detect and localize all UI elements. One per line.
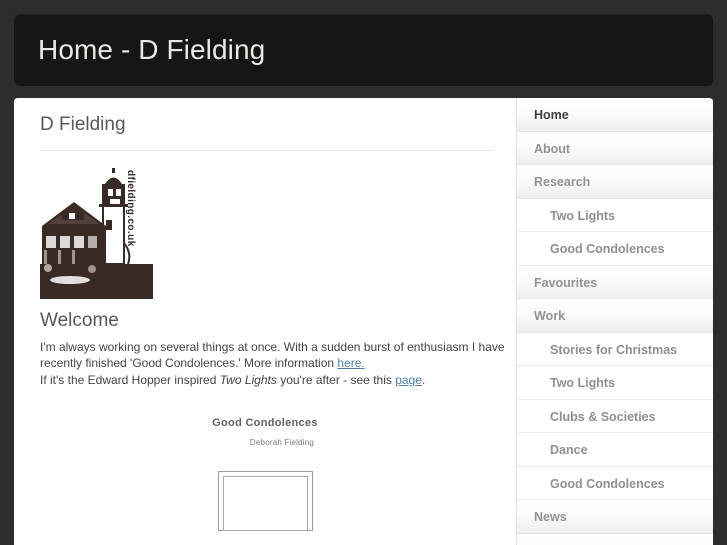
sidebar-item-clubs-societies[interactable]: Clubs & Societies <box>517 399 713 433</box>
site-header: Home - D Fielding <box>14 14 713 86</box>
sidebar-item-label: Home <box>534 108 569 122</box>
sidebar-item-label: About <box>534 141 571 156</box>
sidebar-item-label: Two Lights <box>550 208 616 223</box>
sidebar-item-about[interactable]: About <box>517 131 713 165</box>
sidebar-item-home[interactable]: Home <box>517 98 713 132</box>
sidebar-item-label: Two Lights <box>550 376 616 390</box>
sidebar-item-label: Research <box>534 175 591 189</box>
sidebar-item-label: News <box>534 510 567 524</box>
main-panel: D Fielding dfielding.co.uk Welcome I'm a… <box>14 98 713 545</box>
sidebar-item-label: Work <box>534 309 566 323</box>
here-link[interactable]: here. <box>337 356 364 370</box>
sidebar-item-news[interactable]: News <box>517 500 713 534</box>
sidebar-item-good-condolences[interactable]: Good Condolences <box>517 466 713 500</box>
sidebar-item-label: Dance <box>550 443 588 457</box>
page-title: D Fielding <box>40 114 126 135</box>
sidebar-item-two-lights[interactable]: Two Lights <box>517 198 713 232</box>
logo-website-url: dfielding.co.uk <box>125 169 136 247</box>
book-cover-title: Good Condolences <box>212 417 318 430</box>
sidebar-item-stories-for-christmas[interactable]: Stories for Christmas <box>517 332 713 366</box>
sidebar-item-label: Good Condolences <box>550 476 665 491</box>
lighthouse-illustration-icon <box>40 167 153 299</box>
sidebar-navigation: Home About Research Two Lights Good Condolen… <box>516 98 713 545</box>
sidebar-item-label: Stories for Christmas <box>550 342 678 357</box>
paragraph-two-text-mid: you're after - see this <box>276 372 396 387</box>
sidebar-item-label: Favourites <box>534 275 598 290</box>
sidebar-item-contact[interactable]: Contact <box>517 533 713 545</box>
paragraph-one-text: I'm always working on several things at … <box>40 339 505 370</box>
paragraph-two-text-start: If it's the Edward Hopper inspired <box>40 372 220 387</box>
title-divider <box>40 149 494 151</box>
book-cover-author: Deborah Fielding <box>249 438 315 448</box>
paragraph-one: I'm always working on several things at … <box>40 339 516 371</box>
lighthouse-logo: dfielding.co.uk <box>40 167 153 299</box>
book-cover-frame <box>217 471 313 532</box>
paragraph-two-text-end: . <box>421 372 426 387</box>
content-column: D Fielding dfielding.co.uk Welcome I'm a… <box>14 98 516 545</box>
sidebar-item-good-condolences[interactable]: Good Condolences <box>517 232 713 266</box>
nav-list: Home About Research Two Lights Good Condolen… <box>517 98 713 545</box>
book-cover-image: Good Condolences Deborah Fielding <box>14 417 516 532</box>
sidebar-item-work[interactable]: Work <box>517 299 713 333</box>
paragraph-two: If it's the Edward Hopper inspired Two L… <box>40 372 516 388</box>
two-lights-title: Two Lights <box>219 372 277 387</box>
sidebar-item-research[interactable]: Research <box>517 165 713 199</box>
sidebar-item-dance[interactable]: Dance <box>517 433 713 467</box>
page-root: Home - D Fielding D Fielding dfielding.c… <box>0 0 727 545</box>
sidebar-item-two-lights[interactable]: Two Lights <box>517 366 713 400</box>
sidebar-item-favourites[interactable]: Favourites <box>517 265 713 299</box>
intro-paragraphs: I'm always working on several things at … <box>40 339 516 388</box>
page-title-banner: Home - D Fielding <box>38 34 266 65</box>
sidebar-item-label: Clubs & Societies <box>550 409 656 424</box>
welcome-heading: Welcome <box>40 309 119 331</box>
page-link[interactable]: page <box>395 373 422 387</box>
sidebar-item-label: Good Condolences <box>550 242 665 256</box>
